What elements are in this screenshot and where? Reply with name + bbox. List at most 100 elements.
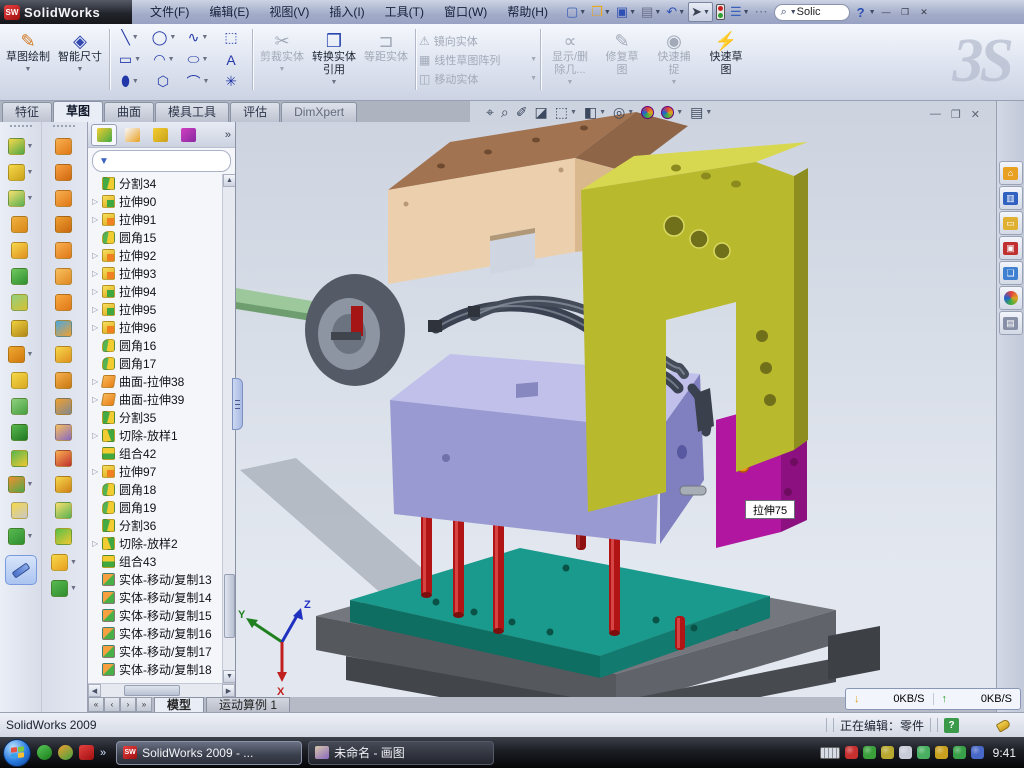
print-icon[interactable]: ▤▼ xyxy=(639,2,663,22)
surface-fillet-icon[interactable] xyxy=(55,497,74,523)
menu-item-e[interactable]: 编辑(E) xyxy=(199,0,259,24)
measure-button[interactable] xyxy=(5,555,37,585)
repair-sketch-button[interactable]: ✎修复草 图 xyxy=(596,27,648,92)
offset-entities-button[interactable]: ⊐等距实体 xyxy=(360,27,412,92)
shell-icon[interactable] xyxy=(11,393,30,419)
display-delete-relations-button[interactable]: ∝显示/删 除几...▼ xyxy=(544,27,596,92)
menu-item-w[interactable]: 窗口(W) xyxy=(434,0,497,24)
boundary-surface-icon[interactable] xyxy=(55,237,74,263)
sync-tray-icon[interactable] xyxy=(917,746,930,759)
expand-caret-icon[interactable]: ▷ xyxy=(92,287,102,296)
tree-item[interactable]: 分割36 xyxy=(88,516,235,534)
tree-item[interactable]: ▷拉伸90 xyxy=(88,192,235,210)
tree-item[interactable]: 圆角16 xyxy=(88,336,235,354)
tree-horizontal-scrollbar[interactable]: ◀ ▶ xyxy=(88,683,235,697)
move-entities-button[interactable]: ◫移动实体▼ xyxy=(419,71,537,87)
home-icon[interactable]: ⌂ xyxy=(999,161,1023,185)
scroll-right-button[interactable]: ▶ xyxy=(222,684,235,697)
convert-entities-button[interactable]: ❒转换实体引用▼ xyxy=(308,27,360,92)
doc-close-button[interactable]: ✕ xyxy=(971,108,980,121)
tree-item[interactable]: ▷切除-放样2 xyxy=(88,534,235,552)
expand-caret-icon[interactable]: ▷ xyxy=(92,305,102,314)
menu-item-f[interactable]: 文件(F) xyxy=(140,0,199,24)
search-input[interactable] xyxy=(797,6,843,18)
dimxpertmanager-tab[interactable] xyxy=(175,124,201,146)
tab-评估[interactable]: 评估 xyxy=(230,102,280,122)
thicken-icon[interactable] xyxy=(55,367,74,393)
tab-特征[interactable]: 特征 xyxy=(2,102,52,122)
tree-item[interactable]: 分割34 xyxy=(88,174,235,192)
section-view-icon[interactable]: ◪ xyxy=(534,104,547,121)
trim-entities-button[interactable]: ✂剪裁实体▼ xyxy=(256,27,308,92)
launcher-icon[interactable] xyxy=(58,745,73,760)
move-copy-body-icon[interactable]: ▼ xyxy=(8,471,34,497)
expand-caret-icon[interactable]: ▷ xyxy=(92,467,102,476)
close-button[interactable]: ✕ xyxy=(916,5,933,20)
tree-item[interactable]: 实体-移动/复制14 xyxy=(88,588,235,606)
filled-surface-icon[interactable] xyxy=(55,263,74,289)
zoom-area-icon[interactable]: ⌕ xyxy=(501,104,509,121)
badge-tray-icon[interactable] xyxy=(881,746,894,759)
flex-icon[interactable]: ▼ xyxy=(8,523,34,549)
quick-launch-overflow-icon[interactable]: » xyxy=(100,747,106,759)
view-settings-icon[interactable]: ▤▼ xyxy=(690,104,712,121)
tree-item[interactable]: ▷拉伸94 xyxy=(88,282,235,300)
tree-item[interactable]: ▷拉伸97 xyxy=(88,462,235,480)
undo-icon[interactable]: ↶▼ xyxy=(664,2,687,22)
model-nav-button-3[interactable]: » xyxy=(136,697,152,712)
tab-模具工具[interactable]: 模具工具 xyxy=(155,102,229,122)
dropdown-caret-icon[interactable]: ▼ xyxy=(570,109,577,116)
filter-input[interactable] xyxy=(113,155,255,167)
tree-item[interactable]: 分割35 xyxy=(88,408,235,426)
dropdown-caret-icon[interactable]: ▼ xyxy=(654,9,661,16)
tab-曲面[interactable]: 曲面 xyxy=(104,102,154,122)
mirror-entities-button[interactable]: ⚠镜向实体 xyxy=(419,33,537,49)
rapid-sketch-button[interactable]: ⚡快速草 图 xyxy=(700,27,752,92)
tree-item[interactable]: 实体-移动/复制16 xyxy=(88,624,235,642)
scroll-down-button[interactable]: ▼ xyxy=(223,670,235,683)
expand-caret-icon[interactable]: ▷ xyxy=(92,269,102,278)
replace-face-icon[interactable] xyxy=(55,471,74,497)
start-button[interactable] xyxy=(3,739,31,767)
custom-properties-icon[interactable]: ▤ xyxy=(999,311,1023,335)
display-style-icon[interactable]: ◧▼ xyxy=(584,104,606,121)
expand-caret-icon[interactable]: ▷ xyxy=(92,323,102,332)
tree-item[interactable]: 圆角15 xyxy=(88,228,235,246)
featuremanager-tree-tab[interactable] xyxy=(91,124,117,146)
toolbar-drag-handle[interactable] xyxy=(53,125,75,129)
mold-assembly-model[interactable]: Y Z X xyxy=(236,96,996,697)
tree-item[interactable]: 圆角18 xyxy=(88,480,235,498)
tree-item[interactable]: 组合42 xyxy=(88,444,235,462)
polygon-icon[interactable]: ⬡ xyxy=(147,71,181,93)
tree-item[interactable]: ▷拉伸93 xyxy=(88,264,235,282)
edit-appearance-icon[interactable] xyxy=(641,106,654,119)
scroll-thumb[interactable] xyxy=(224,574,235,638)
linear-sketch-pattern-button[interactable]: ▦线性草图阵列▼ xyxy=(419,52,537,68)
scroll-left-button[interactable]: ◀ xyxy=(88,684,101,697)
rectangle-icon[interactable]: ▭▼ xyxy=(113,49,147,71)
expand-caret-icon[interactable]: ▷ xyxy=(92,539,102,548)
text-icon[interactable]: A xyxy=(215,49,249,71)
user-switch-tray-icon[interactable] xyxy=(971,746,984,759)
scroll-up-button[interactable]: ▲ xyxy=(223,174,235,187)
save-icon[interactable]: ▣▼ xyxy=(614,2,638,22)
new-document-icon[interactable]: ▢▼ xyxy=(564,2,588,22)
freeform-icon[interactable]: ▼ xyxy=(51,549,77,575)
model-tab-active[interactable]: 模型 xyxy=(154,697,204,712)
viewport-3d[interactable]: Y Z X ⌖⌕✐◪⬚▼◧▼◎▼▼▤▼ — ❐ ✕ 拉伸75 xyxy=(236,96,996,697)
menu-item-t[interactable]: 工具(T) xyxy=(375,0,434,24)
tree-item[interactable]: 圆角17 xyxy=(88,354,235,372)
split-icon[interactable] xyxy=(11,445,30,471)
dropdown-caret-icon[interactable]: ▼ xyxy=(599,109,606,116)
view-palette-icon[interactable]: ❏ xyxy=(999,261,1023,285)
extend-surface-icon[interactable] xyxy=(55,419,74,445)
tree-item[interactable]: 实体-移动/复制13 xyxy=(88,570,235,588)
defender-tray-icon[interactable] xyxy=(953,746,966,759)
tree-item[interactable]: 圆角19 xyxy=(88,498,235,516)
help-caret-icon[interactable]: ▼ xyxy=(869,9,876,16)
swept-boss-icon[interactable] xyxy=(11,211,30,237)
apply-scene-icon[interactable]: ▼ xyxy=(661,106,683,119)
tree-item[interactable]: ▷曲面-拉伸39 xyxy=(88,390,235,408)
sketch-button[interactable]: ✎草图绘制▼ xyxy=(2,27,54,92)
planar-surface-icon[interactable] xyxy=(55,289,74,315)
